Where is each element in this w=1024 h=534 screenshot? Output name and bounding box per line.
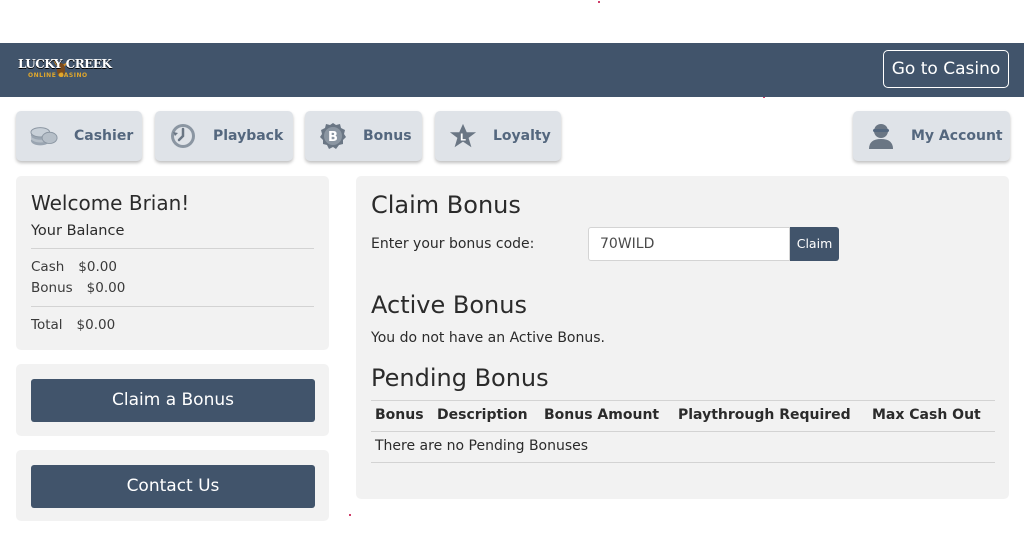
nav-my-account-label: My Account	[911, 128, 1003, 144]
nav-cashier-label: Cashier	[74, 128, 134, 144]
nav-bonus-button[interactable]: B Bonus	[305, 111, 422, 161]
nav-loyalty-label: Loyalty	[493, 128, 551, 144]
user-icon	[867, 122, 895, 150]
logo-wordmark: LUCKY CREEK	[18, 57, 112, 71]
playback-icon	[169, 122, 197, 150]
pending-bonus-heading: Pending Bonus	[371, 364, 549, 392]
nav-cashier-button[interactable]: Cashier	[16, 111, 142, 161]
lucky-creek-logo[interactable]: LUCKY CREEK ONLINE CASINO	[18, 53, 112, 87]
cash-row: Cash $0.00	[31, 259, 117, 275]
stray-dot	[598, 1, 600, 3]
logo-tagline: ONLINE CASINO	[28, 72, 88, 79]
column-header-description: Description	[437, 407, 528, 423]
bonus-main-panel: Claim Bonus Enter your bonus code: 70WIL…	[356, 176, 1009, 499]
nav-loyalty-button[interactable]: L Loyalty	[435, 111, 561, 161]
claim-bonus-heading: Claim Bonus	[371, 191, 521, 219]
total-label: Total	[31, 317, 63, 333]
balance-panel: Welcome Brian! Your Balance Cash $0.00 Bo…	[16, 176, 329, 350]
nav-my-account-button[interactable]: My Account	[853, 111, 1010, 161]
balance-heading: Your Balance	[31, 223, 125, 239]
divider	[31, 248, 314, 249]
table-header-divider	[371, 431, 995, 432]
bonus-value: $0.00	[86, 280, 126, 296]
nav-bonus-label: Bonus	[363, 128, 412, 144]
claim-a-bonus-button[interactable]: Claim a Bonus	[31, 379, 315, 422]
column-header-bonus: Bonus	[375, 407, 424, 423]
cash-value: $0.00	[78, 259, 117, 275]
loyalty-star-icon: L	[449, 122, 477, 150]
nav-playback-button[interactable]: Playback	[155, 111, 293, 161]
pending-empty-message: There are no Pending Bonuses	[375, 438, 589, 454]
column-header-max-cash-out: Max Cash Out	[872, 407, 981, 423]
go-to-casino-button[interactable]: Go to Casino	[883, 50, 1009, 88]
bonus-code-label: Enter your bonus code:	[371, 236, 535, 252]
bonus-label: Bonus	[31, 280, 73, 296]
contact-us-button[interactable]: Contact Us	[31, 465, 315, 508]
active-bonus-message: You do not have an Active Bonus.	[371, 330, 605, 346]
column-header-playthrough: Playthrough Required	[678, 407, 851, 423]
top-header: LUCKY CREEK ONLINE CASINO Go to Casino	[0, 43, 1024, 97]
bonus-code-input[interactable]: 70WILD	[588, 227, 790, 261]
svg-text:B: B	[328, 130, 338, 145]
cash-label: Cash	[31, 259, 65, 275]
claim-button[interactable]: Claim	[790, 227, 839, 261]
contact-action-panel: Contact Us	[16, 450, 329, 521]
welcome-heading: Welcome Brian!	[31, 191, 190, 215]
stray-dot	[349, 514, 351, 516]
table-bottom-divider	[371, 462, 995, 463]
bonus-row: Bonus $0.00	[31, 280, 125, 296]
nav-playback-label: Playback	[213, 128, 284, 144]
total-value: $0.00	[76, 317, 116, 333]
active-bonus-heading: Active Bonus	[371, 291, 527, 319]
claim-action-panel: Claim a Bonus	[16, 364, 329, 436]
chips-icon	[30, 122, 58, 150]
divider	[31, 306, 314, 307]
column-header-bonus-amount: Bonus Amount	[544, 407, 660, 423]
bonus-coin-icon: B	[319, 122, 347, 150]
table-top-divider	[371, 400, 995, 401]
svg-text:L: L	[460, 133, 466, 144]
total-row: Total $0.00	[31, 317, 115, 333]
